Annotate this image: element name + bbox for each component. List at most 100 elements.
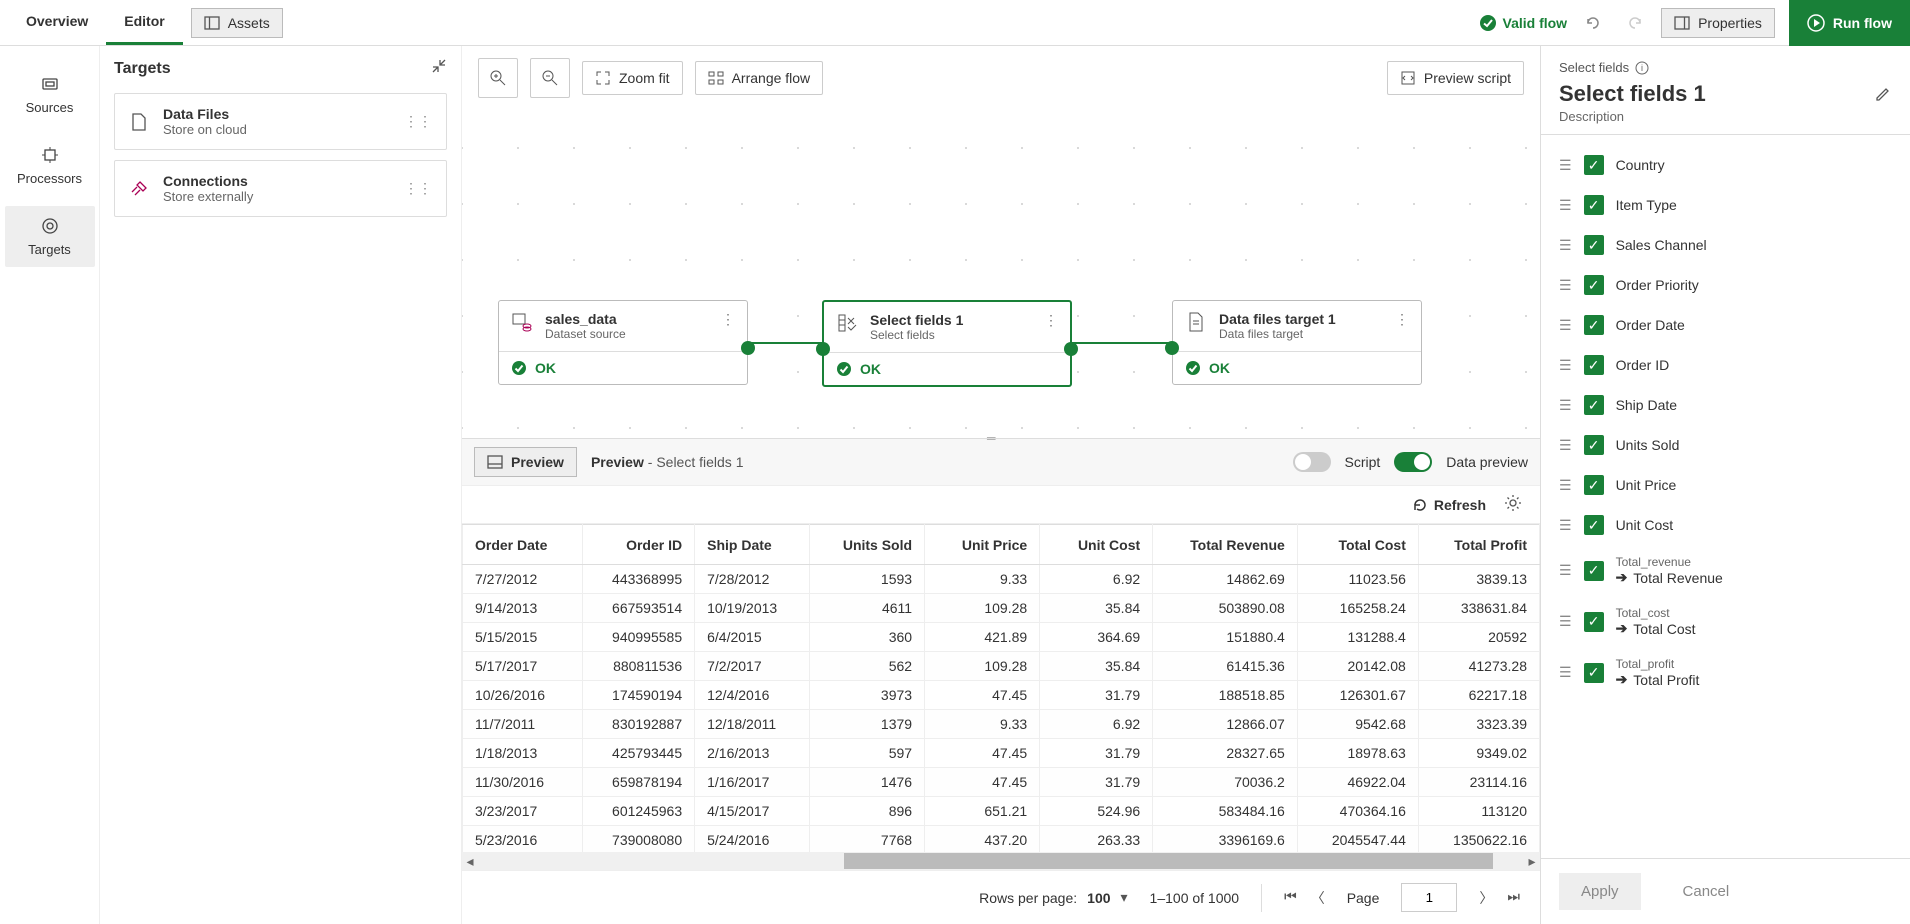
zoom-out-button[interactable] — [530, 58, 570, 98]
field-row[interactable]: ☰✓Unit Price — [1559, 465, 1892, 505]
preview-table-wrap[interactable]: Order Date Order ID Ship Date Units Sold… — [462, 524, 1540, 852]
info-icon[interactable]: i — [1635, 61, 1649, 75]
drag-handle-icon[interactable]: ☰ — [1559, 517, 1572, 534]
drag-handle-icon[interactable]: ☰ — [1559, 197, 1572, 214]
table-row[interactable]: 5/23/20167390080805/24/20167768437.20263… — [463, 826, 1540, 853]
col-header[interactable]: Total Profit — [1418, 525, 1539, 565]
preview-toggle-button[interactable]: Preview — [474, 447, 577, 477]
rail-item-targets[interactable]: Targets — [5, 206, 95, 267]
rail-item-sources[interactable]: Sources — [5, 64, 95, 125]
field-row[interactable]: ☰✓Total_revenue➔ Total Revenue — [1559, 545, 1892, 596]
undo-button[interactable] — [1577, 7, 1609, 39]
field-row[interactable]: ☰✓Units Sold — [1559, 425, 1892, 465]
node-port-in[interactable] — [816, 342, 830, 356]
field-row[interactable]: ☰✓Country — [1559, 145, 1892, 185]
drag-handle-icon[interactable]: ☰ — [1559, 613, 1572, 630]
zoom-fit-button[interactable]: Zoom fit — [582, 61, 683, 95]
target-card-data-files[interactable]: Data Files Store on cloud ⋮⋮ — [114, 93, 447, 150]
tab-overview[interactable]: Overview — [8, 0, 106, 45]
table-row[interactable]: 11/7/201183019288712/18/201113799.336.92… — [463, 710, 1540, 739]
checkbox[interactable]: ✓ — [1584, 612, 1604, 632]
drag-handle-icon[interactable]: ☰ — [1559, 237, 1572, 254]
tab-editor[interactable]: Editor — [106, 0, 182, 45]
checkbox[interactable]: ✓ — [1584, 475, 1604, 495]
drag-handle-icon[interactable]: ☰ — [1559, 397, 1572, 414]
drag-handle-icon[interactable]: ⋮⋮ — [404, 113, 432, 130]
horizontal-scrollbar[interactable]: ◂ ▸ — [462, 852, 1540, 870]
target-card-connections[interactable]: Connections Store externally ⋮⋮ — [114, 160, 447, 217]
field-row[interactable]: ☰✓Sales Channel — [1559, 225, 1892, 265]
checkbox[interactable]: ✓ — [1584, 395, 1604, 415]
checkbox[interactable]: ✓ — [1584, 315, 1604, 335]
settings-button[interactable] — [1504, 494, 1522, 515]
last-page-button[interactable]: ⏭ — [1507, 888, 1520, 908]
node-data-files-target[interactable]: Data files target 1 Data files target ⋮ … — [1172, 300, 1422, 385]
checkbox[interactable]: ✓ — [1584, 663, 1604, 683]
field-row[interactable]: ☰✓Order ID — [1559, 345, 1892, 385]
checkbox[interactable]: ✓ — [1584, 155, 1604, 175]
checkbox[interactable]: ✓ — [1584, 355, 1604, 375]
table-row[interactable]: 9/14/201366759351410/19/20134611109.2835… — [463, 594, 1540, 623]
checkbox[interactable]: ✓ — [1584, 275, 1604, 295]
node-port-out[interactable] — [1064, 342, 1078, 356]
table-row[interactable]: 3/23/20176012459634/15/2017896651.21524.… — [463, 797, 1540, 826]
node-port-in[interactable] — [1165, 341, 1179, 355]
drag-handle-icon[interactable]: ☰ — [1559, 562, 1572, 579]
field-row[interactable]: ☰✓Ship Date — [1559, 385, 1892, 425]
scroll-track[interactable] — [478, 853, 1524, 869]
col-header[interactable]: Order ID — [582, 525, 694, 565]
table-row[interactable]: 7/27/20124433689957/28/201215939.336.921… — [463, 565, 1540, 594]
field-row[interactable]: ☰✓Order Date — [1559, 305, 1892, 345]
drag-handle-icon[interactable]: ☰ — [1559, 437, 1572, 454]
rail-item-processors[interactable]: Processors — [5, 135, 95, 196]
col-header[interactable]: Unit Cost — [1040, 525, 1153, 565]
data-preview-toggle[interactable] — [1394, 452, 1432, 472]
table-row[interactable]: 1/18/20134257934452/16/201359747.4531.79… — [463, 739, 1540, 768]
properties-button[interactable]: Properties — [1661, 8, 1775, 38]
arrange-flow-button[interactable]: Arrange flow — [695, 61, 824, 95]
field-row[interactable]: ☰✓Unit Cost — [1559, 505, 1892, 545]
scroll-right-icon[interactable]: ▸ — [1524, 853, 1540, 870]
col-header[interactable]: Order Date — [463, 525, 583, 565]
first-page-button[interactable]: ⏮ — [1284, 888, 1297, 908]
field-row[interactable]: ☰✓Item Type — [1559, 185, 1892, 225]
col-header[interactable]: Unit Price — [925, 525, 1040, 565]
edit-icon[interactable] — [1874, 85, 1892, 103]
field-row[interactable]: ☰✓Total_profit➔ Total Profit — [1559, 647, 1892, 698]
checkbox[interactable]: ✓ — [1584, 515, 1604, 535]
field-row[interactable]: ☰✓Total_cost➔ Total Cost — [1559, 596, 1892, 647]
redo-button[interactable] — [1619, 7, 1651, 39]
node-port-out[interactable] — [741, 341, 755, 355]
drag-handle-icon[interactable]: ☰ — [1559, 277, 1572, 294]
scroll-left-icon[interactable]: ◂ — [462, 853, 478, 870]
flow-canvas[interactable]: sales_data Dataset source ⋮ OK Select fi… — [462, 110, 1540, 438]
checkbox[interactable]: ✓ — [1584, 195, 1604, 215]
drag-handle-icon[interactable]: ☰ — [1559, 157, 1572, 174]
prev-page-button[interactable]: 〈 — [1311, 888, 1325, 908]
col-header[interactable]: Total Revenue — [1153, 525, 1298, 565]
checkbox[interactable]: ✓ — [1584, 561, 1604, 581]
table-row[interactable]: 11/30/20166598781941/16/2017147647.4531.… — [463, 768, 1540, 797]
checkbox[interactable]: ✓ — [1584, 235, 1604, 255]
scroll-thumb[interactable] — [844, 853, 1493, 869]
table-row[interactable]: 10/26/201617459019412/4/2016397347.4531.… — [463, 681, 1540, 710]
next-page-button[interactable]: 〉 — [1479, 888, 1493, 908]
collapse-panel-icon[interactable] — [431, 58, 447, 79]
node-menu-icon[interactable]: ⋮ — [1395, 311, 1409, 328]
drag-handle-icon[interactable]: ☰ — [1559, 317, 1572, 334]
table-row[interactable]: 5/15/20159409955856/4/2015360421.89364.6… — [463, 623, 1540, 652]
rows-per-page-value[interactable]: 100 — [1087, 890, 1110, 906]
table-row[interactable]: 5/17/20178808115367/2/2017562109.2835.84… — [463, 652, 1540, 681]
cancel-button[interactable]: Cancel — [1661, 873, 1752, 910]
chevron-down-icon[interactable]: ▾ — [1121, 889, 1128, 906]
apply-button[interactable]: Apply — [1559, 873, 1641, 910]
refresh-button[interactable]: Refresh — [1412, 497, 1486, 513]
drag-handle-icon[interactable]: ⋮⋮ — [404, 180, 432, 197]
preview-script-button[interactable]: Preview script — [1387, 61, 1524, 95]
run-flow-button[interactable]: Run flow — [1789, 0, 1910, 46]
col-header[interactable]: Ship Date — [695, 525, 810, 565]
node-menu-icon[interactable]: ⋮ — [721, 311, 735, 328]
drag-handle-icon[interactable]: ☰ — [1559, 664, 1572, 681]
drag-handle-icon[interactable]: ☰ — [1559, 357, 1572, 374]
page-input[interactable] — [1401, 883, 1457, 912]
